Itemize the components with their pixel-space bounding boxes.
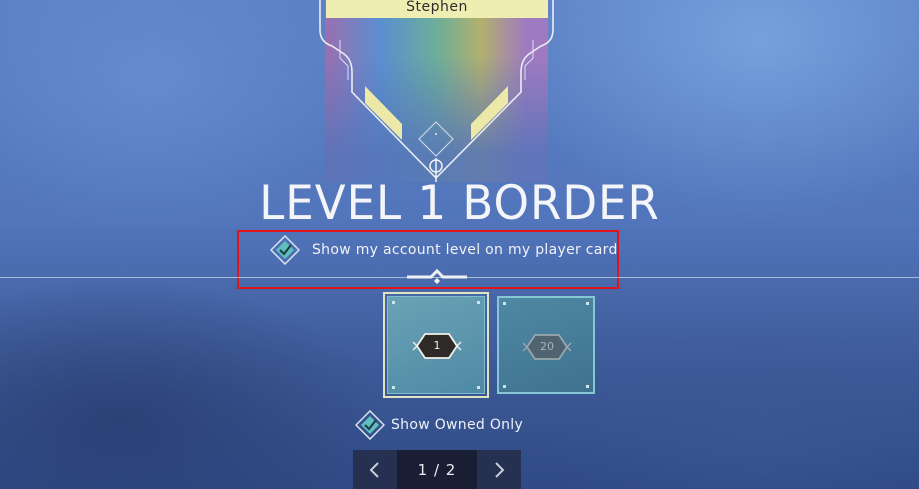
next-page-button[interactable] bbox=[477, 450, 521, 489]
chevron-right-icon bbox=[495, 461, 505, 478]
tile-corner bbox=[392, 301, 395, 304]
page-title: LEVEL 1 BORDER bbox=[259, 176, 660, 231]
border-tile-level-20[interactable]: 20 bbox=[497, 296, 595, 394]
border-tile-level-1[interactable]: 1 bbox=[383, 292, 489, 398]
tile-corner bbox=[503, 302, 506, 305]
level-badge-number: 20 bbox=[540, 340, 554, 353]
page-indicator: 1 / 2 bbox=[397, 450, 477, 489]
tile-corner bbox=[503, 385, 506, 388]
tile-corner bbox=[586, 385, 589, 388]
player-card-frame bbox=[319, 0, 554, 182]
show-owned-only-toggle[interactable]: Show Owned Only bbox=[355, 410, 523, 440]
previous-page-button[interactable] bbox=[353, 450, 397, 489]
tile-corner bbox=[586, 302, 589, 305]
show-owned-only-label: Show Owned Only bbox=[391, 417, 524, 433]
pagination: 1 / 2 bbox=[353, 450, 521, 489]
player-name: Stephen bbox=[326, 0, 548, 18]
checkbox-diamond-icon[interactable] bbox=[355, 410, 385, 440]
tile-corner bbox=[477, 386, 480, 389]
tile-corner bbox=[477, 301, 480, 304]
divider-notch-icon bbox=[407, 268, 467, 284]
chevron-left-icon bbox=[369, 461, 379, 478]
tile-corner bbox=[392, 386, 395, 389]
level-badge-number: 1 bbox=[433, 339, 441, 352]
